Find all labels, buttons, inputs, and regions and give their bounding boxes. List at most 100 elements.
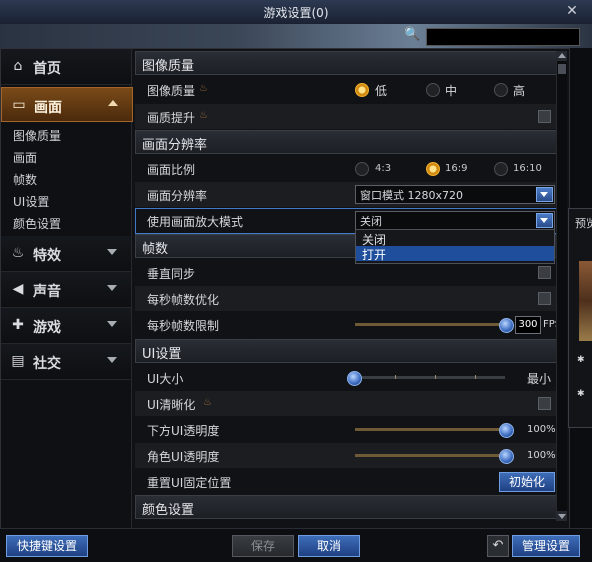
char-ui-opacity-value: 100% — [527, 450, 556, 461]
radio-label: 高 — [513, 84, 526, 98]
radio-aspect-4-3[interactable] — [355, 162, 369, 176]
resolution-select[interactable]: 窗口模式 1280x720 — [355, 185, 555, 204]
chat-icon: ▤ — [11, 353, 25, 369]
row-label: 画面比例 — [147, 163, 196, 177]
radio-label: 低 — [375, 84, 388, 98]
radio-quality-low[interactable] — [355, 83, 369, 97]
preview-marker-icon: ✱ — [577, 389, 585, 399]
dropdown-option-off[interactable]: 关闭 — [356, 231, 554, 247]
reset-ui-position-button[interactable]: 初始化 — [499, 472, 555, 492]
sidebar-subitem-screen[interactable]: 画面 — [13, 149, 37, 166]
scroll-up-icon[interactable] — [557, 51, 567, 61]
radio-quality-high[interactable] — [494, 83, 508, 97]
row-ui-sharpen: UI清晰化 ♨ — [135, 391, 565, 416]
sidebar-item-graphics[interactable]: ▭ 画面 — [1, 87, 133, 122]
save-button[interactable]: 保存 — [232, 535, 294, 557]
search-icon[interactable]: 🔍 — [404, 27, 420, 42]
row-label: UI大小 — [147, 372, 184, 386]
row-label: 垂直同步 — [147, 267, 196, 281]
zoom-mode-dropdown: 关闭 打开 — [355, 229, 555, 264]
fps-limit-slider-knob[interactable] — [499, 318, 514, 333]
shortcut-settings-button[interactable]: 快捷键设置 — [6, 535, 88, 557]
row-label: 图像质量 — [147, 84, 196, 98]
checkbox-vsync[interactable] — [538, 266, 551, 279]
chevron-down-icon[interactable] — [536, 213, 553, 228]
row-label: 画面分辨率 — [147, 189, 208, 203]
ui-size-slider-knob[interactable] — [347, 371, 362, 386]
sidebar-subitem-ui[interactable]: UI设置 — [13, 193, 49, 210]
undo-icon[interactable]: ↶ — [487, 535, 509, 557]
flame-icon: ♨ — [203, 397, 212, 408]
sidebar-subitem-color[interactable]: 颜色设置 — [13, 215, 61, 232]
sidebar-subitem-framerate[interactable]: 帧数 — [13, 171, 37, 188]
bottom-ui-opacity-slider-knob[interactable] — [499, 423, 514, 438]
ui-size-slider-track[interactable] — [355, 376, 505, 379]
char-ui-opacity-slider-track[interactable] — [355, 454, 505, 457]
radio-label: 16:9 — [445, 163, 468, 174]
row-label: 角色UI透明度 — [147, 450, 220, 464]
sidebar-item-home[interactable]: ⌂ 首页 — [1, 49, 131, 85]
preview-label: 预览 — [575, 217, 592, 230]
speaker-icon: ◀ — [12, 281, 24, 297]
zoom-mode-select[interactable]: 关闭 — [355, 211, 555, 230]
settings-content: 图像质量 图像质量 ♨ 低 中 高 画质提升 ♨ 画面分辨率 画面比例 4:3 16… — [135, 51, 567, 523]
sidebar-item-label: 声音 — [33, 284, 61, 300]
sidebar-item-label: 游戏 — [33, 320, 61, 336]
sidebar-item-game[interactable]: ✚ 游戏 — [1, 308, 131, 344]
section-header-color: 颜色设置 — [135, 495, 567, 519]
char-ui-opacity-slider-knob[interactable] — [499, 449, 514, 464]
checkbox-fps-optimize[interactable] — [538, 292, 551, 305]
row-label: 每秒帧数限制 — [147, 319, 220, 333]
home-icon: ⌂ — [13, 58, 23, 74]
radio-label: 4:3 — [375, 163, 392, 174]
sidebar: ⌂ 首页 ▭ 画面 图像质量 画面 帧数 UI设置 颜色设置 ♨ 特效 ◀ 声音… — [1, 49, 133, 529]
scroll-down-icon[interactable] — [557, 511, 567, 521]
bottom-ui-opacity-slider-track[interactable] — [355, 428, 505, 431]
sidebar-subitem-image-quality[interactable]: 图像质量 — [13, 127, 61, 144]
cancel-button[interactable]: 取消 — [298, 535, 360, 557]
dropdown-option-on[interactable]: 打开 — [356, 246, 554, 262]
row-fps-limit: 每秒帧数限制 300 FPS — [135, 312, 565, 337]
row-label: 每秒帧数优化 — [147, 293, 220, 307]
select-value: 关闭 — [360, 215, 382, 228]
content-scrollbar[interactable] — [556, 51, 567, 521]
settings-window: ⌂ 首页 ▭ 画面 图像质量 画面 帧数 UI设置 颜色设置 ♨ 特效 ◀ 声音… — [0, 48, 570, 530]
radio-quality-mid[interactable] — [426, 83, 440, 97]
sidebar-item-label: 特效 — [33, 248, 61, 264]
chevron-down-icon — [107, 285, 117, 291]
preview-marker-icon: ✱ — [577, 355, 585, 365]
monitor-icon: ▭ — [12, 97, 26, 113]
chevron-up-icon — [108, 100, 118, 106]
section-header-image-quality: 图像质量 — [135, 51, 567, 75]
fps-limit-slider-track[interactable] — [355, 323, 505, 326]
slider-tick — [395, 375, 396, 379]
slider-tick — [475, 375, 476, 379]
row-label: 下方UI透明度 — [147, 424, 220, 438]
manage-settings-button[interactable]: 管理设置 — [512, 535, 580, 557]
row-quality-boost: 画质提升 ♨ — [135, 104, 565, 129]
row-aspect-ratio: 画面比例 4:3 16:9 16:10 — [135, 156, 565, 181]
preview-image — [579, 261, 592, 341]
row-char-ui-opacity: 角色UI透明度 100% — [135, 443, 565, 468]
section-header-ui: UI设置 — [135, 339, 567, 363]
flame-icon: ♨ — [11, 245, 25, 261]
chevron-down-icon[interactable] — [536, 187, 553, 202]
sidebar-item-social[interactable]: ▤ 社交 — [1, 344, 131, 380]
close-icon[interactable]: ✕ — [564, 3, 580, 19]
sidebar-item-sound[interactable]: ◀ 声音 — [1, 272, 131, 308]
bottom-ui-opacity-value: 100% — [527, 424, 556, 435]
fps-limit-value[interactable]: 300 — [515, 316, 541, 334]
ui-size-value: 最小 — [527, 372, 552, 386]
radio-aspect-16-10[interactable] — [494, 162, 508, 176]
window-title: 游戏设置(0) — [263, 6, 329, 20]
checkbox-ui-sharpen[interactable] — [538, 397, 551, 410]
sidebar-item-label: 社交 — [33, 356, 61, 372]
row-bottom-ui-opacity: 下方UI透明度 100% — [135, 417, 565, 442]
radio-aspect-16-9[interactable] — [426, 162, 440, 176]
row-resolution: 画面分辨率 窗口模式 1280x720 — [135, 182, 565, 207]
row-label: 重置UI固定位置 — [147, 476, 232, 490]
sidebar-item-effects[interactable]: ♨ 特效 — [1, 236, 131, 272]
scroll-thumb[interactable] — [558, 64, 566, 74]
checkbox-quality-boost[interactable] — [538, 110, 551, 123]
search-input[interactable] — [426, 28, 580, 46]
